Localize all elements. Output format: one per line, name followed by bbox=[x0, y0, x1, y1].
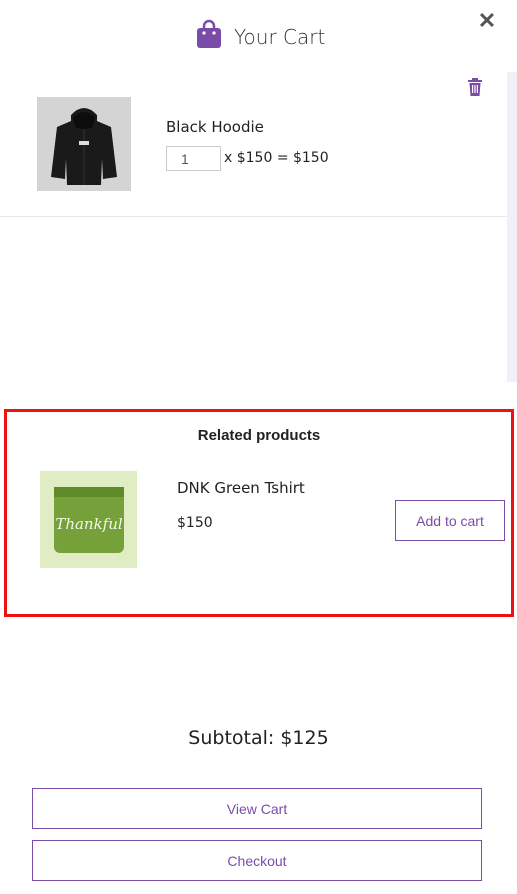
related-product-price: $150 bbox=[177, 515, 213, 531]
close-icon[interactable]: ✕ bbox=[477, 10, 497, 32]
subtotal: Subtotal: $125 bbox=[188, 727, 329, 749]
tshirt-print-text: Thankful bbox=[55, 515, 123, 533]
add-to-cart-button[interactable]: Add to cart bbox=[395, 500, 505, 541]
shopping-bag-icon bbox=[197, 19, 221, 48]
quantity-input[interactable] bbox=[166, 146, 221, 171]
view-cart-button[interactable]: View Cart bbox=[32, 788, 482, 829]
checkout-button[interactable]: Checkout bbox=[32, 840, 482, 881]
cart-title: Your Cart bbox=[234, 25, 326, 49]
related-product-name: DNK Green Tshirt bbox=[177, 479, 305, 497]
trash-icon[interactable] bbox=[468, 78, 482, 96]
scrollbar[interactable] bbox=[507, 72, 517, 382]
related-products-section: Related products Thankful DNK Green Tshi… bbox=[4, 409, 514, 617]
cart-item-name: Black Hoodie bbox=[166, 118, 264, 136]
cart-item-price-line: x $150 = $150 bbox=[224, 150, 329, 166]
product-image-green-tshirt[interactable]: Thankful bbox=[40, 471, 137, 568]
cart-item: Black Hoodie x $150 = $150 bbox=[0, 72, 507, 217]
related-products-heading: Related products bbox=[197, 427, 321, 444]
product-image-hoodie[interactable] bbox=[37, 97, 131, 191]
cart-header: Your Cart ✕ bbox=[0, 0, 517, 72]
